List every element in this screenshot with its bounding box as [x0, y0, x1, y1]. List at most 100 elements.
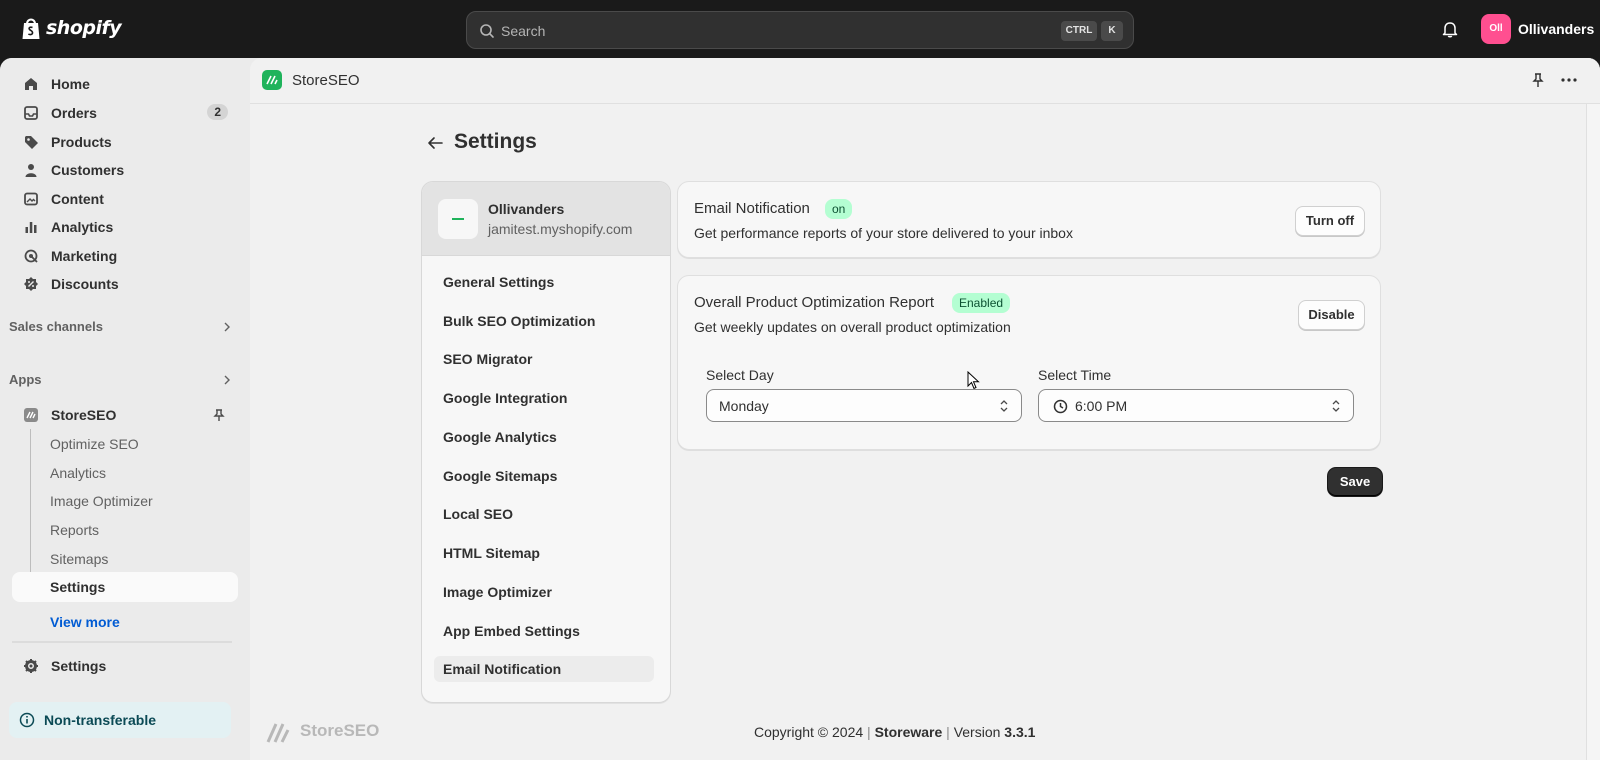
tag-icon	[25, 136, 38, 149]
sidebar-item-customers[interactable]: Customers	[12, 156, 238, 184]
top-bar: shopify Search CTRL K Oll Ollivanders	[0, 0, 1600, 58]
settings-menu-google-analytics[interactable]: Google Analytics	[434, 424, 654, 450]
target-icon	[24, 249, 38, 263]
storeseo-logo-icon	[262, 70, 282, 90]
store-header: Ollivanders jamitest.myshopify.com	[422, 182, 670, 256]
sidebar-item-discounts[interactable]: Discounts	[12, 270, 238, 298]
disable-button[interactable]: Disable	[1298, 300, 1365, 330]
settings-menu-html-sitemap[interactable]: HTML Sitemap	[434, 540, 654, 566]
save-button[interactable]: Save	[1328, 468, 1382, 496]
account-menu[interactable]: Oll Ollivanders	[1481, 14, 1594, 44]
settings-menu-general[interactable]: General Settings	[434, 269, 654, 295]
sidebar-item-label: StoreSEO	[51, 407, 117, 423]
sidebar-item-label: Discounts	[51, 276, 119, 292]
sidebar-item-products[interactable]: Products	[12, 128, 238, 156]
chevron-up-down-icon	[1000, 400, 1008, 412]
version-label: Version	[953, 724, 1001, 740]
select-time-value: 6:00 PM	[1075, 398, 1128, 414]
sidebar-subitem-reports[interactable]: Reports	[12, 515, 238, 545]
settings-menu-bulk-seo[interactable]: Bulk SEO Optimization	[434, 308, 654, 334]
search-icon	[480, 24, 494, 38]
sidebar-divider	[12, 641, 232, 643]
pin-icon[interactable]	[212, 408, 226, 422]
apps-heading[interactable]: Apps	[9, 372, 42, 387]
sidebar-subitem-image-optimizer[interactable]: Image Optimizer	[12, 486, 238, 516]
sidebar-item-label: Home	[51, 76, 90, 92]
turn-off-button[interactable]: Turn off	[1295, 206, 1365, 236]
sales-channels-heading[interactable]: Sales channels	[9, 319, 103, 334]
chevron-up-down-icon	[1332, 400, 1340, 412]
sidebar-item-label: Orders	[51, 105, 97, 121]
settings-menu-seo-migrator[interactable]: SEO Migrator	[434, 346, 654, 372]
footer-storeseo-logo: StoreSEO	[266, 718, 379, 744]
brand-wordmark: shopify	[46, 17, 122, 39]
discount-icon	[24, 277, 38, 291]
sidebar-item-settings[interactable]: Settings	[12, 652, 238, 680]
non-transferable-banner[interactable]: Non-transferable	[9, 702, 231, 738]
product-report-card: Overall Product Optimization Report Enab…	[677, 275, 1381, 450]
email-card-description: Get performance reports of your store de…	[694, 225, 1073, 241]
sidebar-subitem-optimize-seo[interactable]: Optimize SEO	[12, 429, 238, 459]
image-icon	[24, 192, 38, 206]
settings-menu-google-integration[interactable]: Google Integration	[434, 385, 654, 411]
storeseo-logo-icon	[266, 723, 290, 743]
footer-logo-text: StoreSEO	[300, 721, 380, 740]
store-domain: jamitest.myshopify.com	[488, 221, 633, 237]
select-time-dropdown[interactable]: 6:00 PM	[1038, 389, 1354, 422]
sidebar-item-storeseo[interactable]: StoreSEO	[12, 401, 238, 429]
home-icon	[25, 78, 37, 90]
gear-icon	[24, 659, 38, 673]
chevron-right-icon[interactable]	[222, 322, 232, 332]
store-thumbnail	[438, 199, 478, 239]
select-day-dropdown[interactable]: Monday	[706, 389, 1022, 422]
scrollbar[interactable]	[1586, 104, 1600, 760]
search-placeholder: Search	[501, 23, 546, 39]
sidebar-item-analytics[interactable]: Analytics	[12, 213, 238, 241]
settings-menu-image-optimizer[interactable]: Image Optimizer	[434, 579, 654, 605]
select-day-value: Monday	[719, 398, 769, 414]
bar-chart-icon	[25, 222, 37, 233]
email-card-title: Email Notification	[694, 200, 810, 217]
search-bar[interactable]: Search CTRL K	[466, 11, 1134, 49]
version-number: 3.3.1	[1004, 724, 1036, 740]
inbox-icon	[24, 106, 38, 120]
account-name: Ollivanders	[1518, 21, 1595, 37]
sidebar-item-label: Analytics	[51, 219, 114, 235]
shopify-logo[interactable]: shopify	[20, 16, 122, 40]
sidebar-item-label: Content	[51, 191, 104, 207]
chevron-right-icon[interactable]	[222, 375, 232, 385]
sidebar-item-orders[interactable]: Orders 2	[12, 99, 238, 127]
settings-menu-app-embed[interactable]: App Embed Settings	[434, 618, 654, 644]
sidebar-subitem-analytics[interactable]: Analytics	[12, 458, 238, 488]
sidebar-subitem-settings[interactable]: Settings	[12, 572, 238, 602]
app-name: StoreSEO	[292, 72, 360, 89]
company-name: Storeware	[874, 724, 943, 740]
report-card-title: Overall Product Optimization Report	[694, 294, 935, 311]
settings-menu-local-seo[interactable]: Local SEO	[434, 501, 654, 527]
sidebar-item-label: Customers	[51, 162, 125, 178]
select-time-label: Select Time	[1038, 367, 1112, 383]
page-title: Settings	[454, 130, 537, 153]
sidebar-item-label: Settings	[51, 658, 107, 674]
sidebar-item-content[interactable]: Content	[12, 185, 238, 213]
copyright-label: Copyright © 2024	[754, 724, 864, 740]
copyright-text: Copyright © 2024 | Storeware | Version 3…	[754, 724, 1036, 740]
bell-icon[interactable]	[1441, 20, 1459, 38]
view-more-link[interactable]: View more	[50, 614, 120, 630]
sidebar: Home Orders 2 Products Customers Content…	[0, 58, 250, 760]
status-badge: Enabled	[952, 293, 1011, 313]
sidebar-subitem-sitemaps[interactable]: Sitemaps	[12, 544, 238, 574]
status-badge: on	[825, 199, 853, 219]
more-options-icon[interactable]	[1560, 72, 1578, 88]
settings-nav-card: Ollivanders jamitest.myshopify.com Gener…	[421, 181, 671, 703]
back-arrow-icon[interactable]	[426, 135, 444, 151]
sidebar-item-marketing[interactable]: Marketing	[12, 242, 238, 270]
settings-menu-google-sitemaps[interactable]: Google Sitemaps	[434, 463, 654, 489]
settings-menu-email-notification[interactable]: Email Notification	[434, 656, 654, 682]
shortcut-k-key: K	[1101, 21, 1123, 41]
select-day-label: Select Day	[706, 367, 774, 383]
storeseo-app-icon	[24, 408, 38, 422]
store-name: Ollivanders	[488, 201, 565, 217]
pin-icon[interactable]	[1530, 72, 1546, 88]
sidebar-item-home[interactable]: Home	[12, 70, 238, 98]
